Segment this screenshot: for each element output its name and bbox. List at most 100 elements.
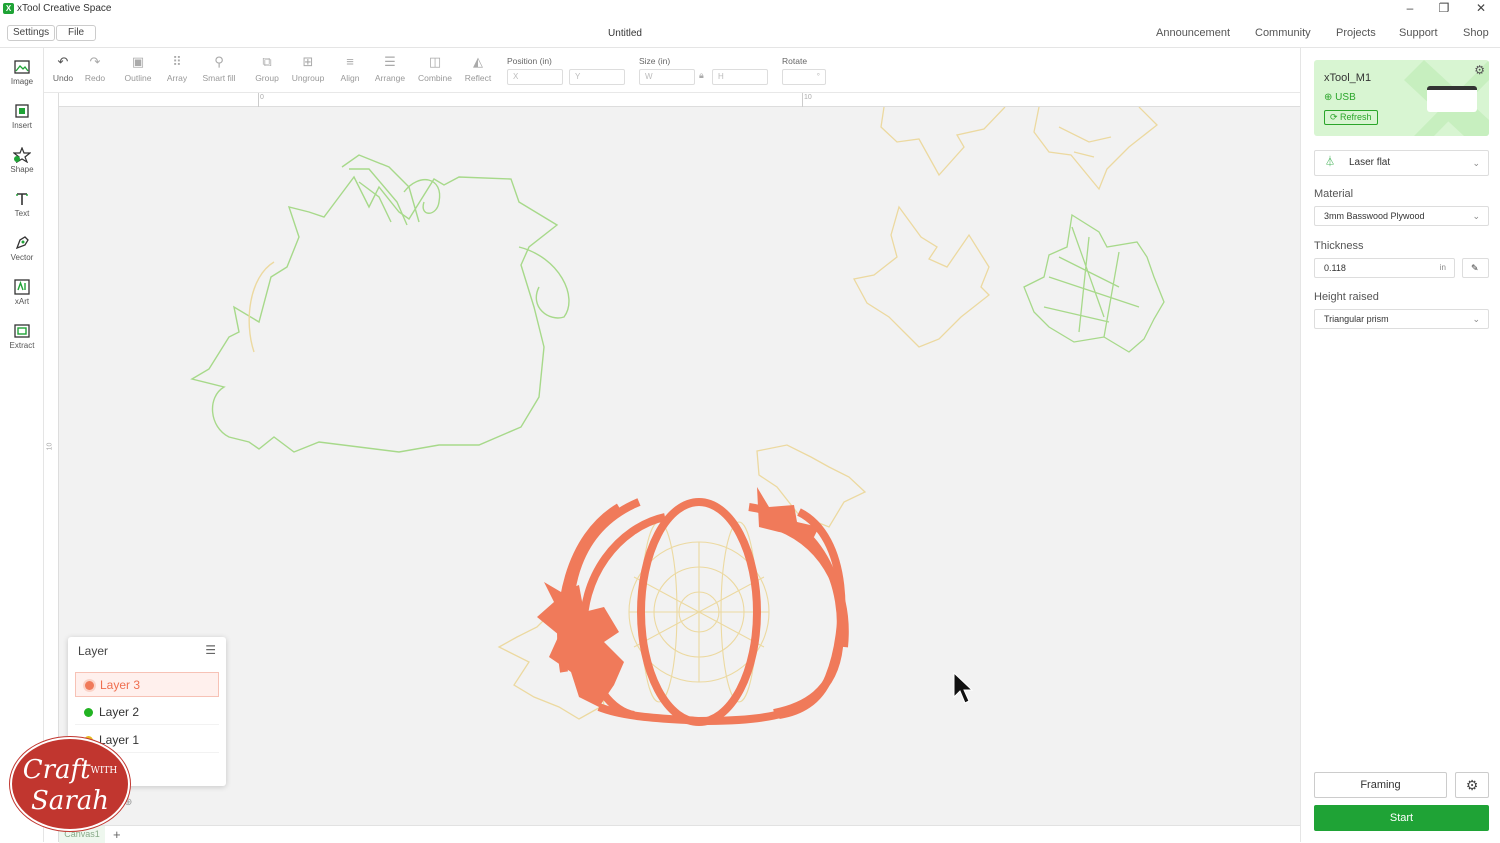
vector-tool[interactable]: Vector <box>0 235 44 262</box>
gear-icon[interactable]: ⚙ <box>1455 772 1489 798</box>
green-lattice-leaf <box>1023 213 1165 353</box>
green-pumpkin-outline <box>190 154 570 453</box>
smart-fill-button[interactable]: ⚲ Smart fill <box>201 54 237 83</box>
edit-toolbar: ↶ Undo ↷ Redo ▣ Outline ⠿ Array ⚲ Smart fill … <box>44 48 1300 93</box>
app-title: xTool Creative Space <box>17 3 112 14</box>
redo-button[interactable]: ↷ Redo <box>77 54 113 83</box>
settings-button[interactable]: Settings <box>7 25 56 41</box>
add-canvas-icon[interactable]: + <box>113 826 121 843</box>
align-button[interactable]: ≡ Align <box>332 54 368 83</box>
outline-label: Outline <box>124 73 152 83</box>
insert-tool[interactable]: Insert <box>0 103 44 130</box>
nav-support[interactable]: Support <box>1399 27 1438 39</box>
app-logo-icon: X <box>3 3 14 14</box>
thickness-input[interactable]: 0.118 in <box>1314 258 1455 278</box>
arrange-icon: ☰ <box>384 54 396 69</box>
device-machine-icon <box>1427 86 1477 112</box>
mouse-cursor-icon <box>953 671 974 704</box>
undo-button[interactable]: ↶ Undo <box>45 54 81 83</box>
device-card[interactable]: ⚙ xTool_M1 ⊕ USB ⟳ Refresh <box>1314 60 1489 136</box>
canvas-tabs: Canvas1 + <box>59 825 1300 843</box>
layer-item-label: Layer 3 <box>100 678 141 692</box>
close-icon[interactable]: ✕ <box>1471 1 1491 15</box>
pen-icon <box>15 236 29 250</box>
ungroup-label: Ungroup <box>291 73 325 83</box>
layer-item-3[interactable]: Layer 3 <box>75 672 219 697</box>
laser-icon: ⏃ <box>1325 157 1335 168</box>
combine-icon: ◫ <box>428 54 442 69</box>
processing-mode-select[interactable]: ⏃ Laser flat ⌄ <box>1314 150 1489 176</box>
size-w-input[interactable]: W <box>639 69 695 85</box>
position-y-input[interactable]: Y <box>569 69 625 85</box>
outline-icon: ▣ <box>131 54 145 69</box>
combine-button[interactable]: ◫ Combine <box>417 54 453 83</box>
ruler-left: 10 <box>44 93 59 842</box>
menu-bar: Settings File Untitled Announcement Comm… <box>0 18 1500 48</box>
group-button[interactable]: ⧉ Group <box>249 54 285 83</box>
image-icon <box>14 60 30 74</box>
ruler-tick: 10 <box>804 94 812 101</box>
insert-icon <box>15 104 29 118</box>
undo-icon: ↶ <box>57 54 69 69</box>
image-tool-label: Image <box>10 77 34 86</box>
restore-icon[interactable]: ❐ <box>1434 1 1454 15</box>
refresh-button[interactable]: ⟳ Refresh <box>1324 110 1378 125</box>
processing-mode-value: Laser flat <box>1349 157 1391 168</box>
material-label: Material <box>1314 188 1354 200</box>
text-icon <box>16 193 28 205</box>
rotate-input[interactable]: ° <box>782 69 826 85</box>
height-raised-select[interactable]: Triangular prism ⌄ <box>1314 309 1489 329</box>
measure-button[interactable]: ✎ <box>1462 258 1489 278</box>
redo-label: Redo <box>84 73 106 83</box>
nav-announcement[interactable]: Announcement <box>1156 27 1230 39</box>
design-canvas[interactable] <box>59 107 1300 825</box>
nav-projects[interactable]: Projects <box>1336 27 1376 39</box>
ruler-tick: 10 <box>46 442 54 451</box>
extract-tool-label: Extract <box>9 341 35 350</box>
device-settings-icon[interactable]: ⚙ <box>1474 63 1485 77</box>
text-tool[interactable]: Text <box>0 191 44 218</box>
group-icon: ⧉ <box>262 54 272 69</box>
height-raised-value: Triangular prism <box>1324 314 1389 324</box>
title-bar: X xTool Creative Space – ❐ ✕ <box>0 0 1500 18</box>
combine-label: Combine <box>417 73 453 83</box>
array-button[interactable]: ⠿ Array <box>159 54 195 83</box>
array-icon: ⠿ <box>172 54 182 69</box>
file-button[interactable]: File <box>56 25 97 41</box>
undo-label: Undo <box>52 73 74 83</box>
image-tool[interactable]: Image <box>0 59 44 86</box>
device-connection: ⊕ USB <box>1324 92 1356 103</box>
orange-leaf-shapes <box>537 487 819 707</box>
material-select[interactable]: 3mm Basswood Plywood ⌄ <box>1314 206 1489 226</box>
document-title: Untitled <box>608 28 642 39</box>
ungroup-button[interactable]: ⊞ Ungroup <box>290 54 326 83</box>
size-h-input[interactable]: H <box>712 69 768 85</box>
outline-button[interactable]: ▣ Outline <box>120 54 156 83</box>
shape-tool-label: Shape <box>10 165 34 174</box>
nav-community[interactable]: Community <box>1255 27 1311 39</box>
minimize-icon[interactable]: – <box>1400 1 1420 15</box>
left-toolbar: Image Insert Shape Text Vector xArt Extr… <box>0 48 44 842</box>
position-x-input[interactable]: X <box>507 69 563 85</box>
framing-button[interactable]: Framing <box>1314 772 1447 798</box>
xart-tool[interactable]: xArt <box>0 279 44 306</box>
nav-shop[interactable]: Shop <box>1463 27 1489 39</box>
arrange-button[interactable]: ☰ Arrange <box>372 54 408 83</box>
position-label: Position (in) <box>507 56 552 66</box>
shape-tool[interactable]: Shape <box>0 147 44 174</box>
thickness-unit: in <box>1439 263 1446 272</box>
ungroup-icon: ⊞ <box>302 54 314 69</box>
reflect-icon: ◭ <box>473 54 483 69</box>
reflect-label: Reflect <box>464 73 492 83</box>
reflect-button[interactable]: ◭ Reflect <box>460 54 496 83</box>
extract-tool[interactable]: Extract <box>0 323 44 350</box>
ruler-tick: 0 <box>260 94 264 101</box>
layer-item-2[interactable]: Layer 2 <box>75 700 219 725</box>
xart-tool-label: xArt <box>14 297 30 306</box>
thickness-label: Thickness <box>1314 240 1364 252</box>
start-button[interactable]: Start <box>1314 805 1489 831</box>
lock-ratio-icon[interactable]: 🔒︎ <box>699 70 704 81</box>
height-raised-label: Height raised <box>1314 291 1379 303</box>
layer-menu-icon[interactable]: ☰ <box>205 643 216 657</box>
group-label: Group <box>255 73 279 83</box>
